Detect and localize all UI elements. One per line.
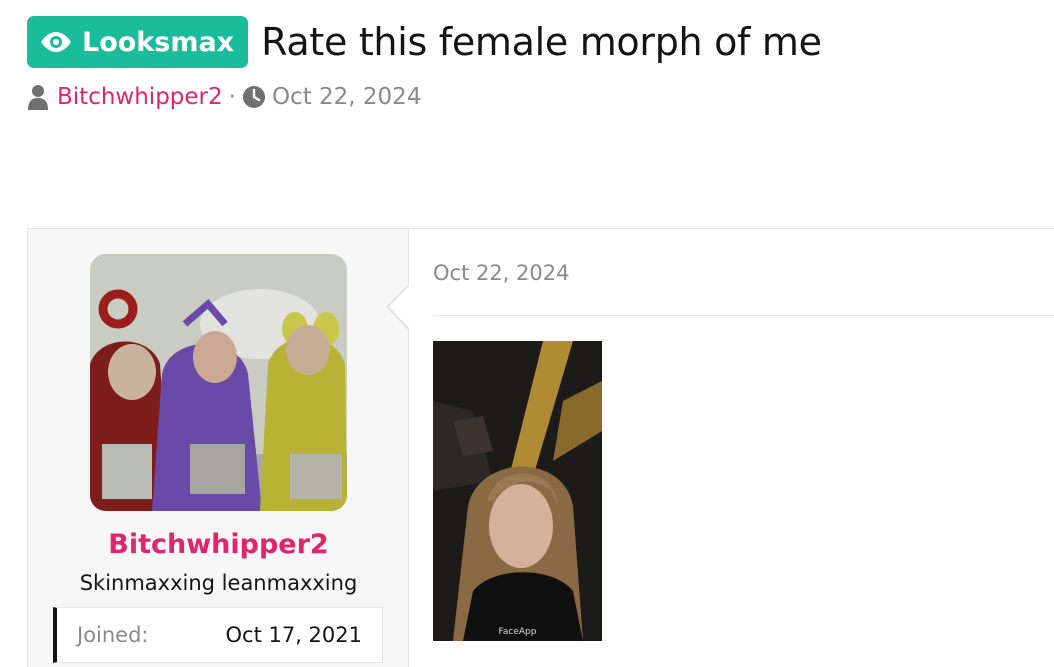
thread-date-link[interactable]: Oct 22, 2024 [272, 84, 422, 110]
user-title: Skinmaxxing leanmaxxing [79, 571, 358, 595]
post-username[interactable]: Bitchwhipper2 [28, 529, 409, 560]
image-watermark: FaceApp [498, 627, 537, 637]
message-arrow-inner [389, 285, 410, 329]
user-extras-joined: Joined: Oct 17, 2021 [53, 607, 383, 663]
post: Bitchwhipper2 Skinmaxxing leanmaxxing Jo… [27, 228, 1054, 667]
prefix-badge[interactable]: Looksmax [27, 16, 249, 68]
post-date-link[interactable]: Oct 22, 2024 [433, 261, 570, 285]
eye-icon [41, 32, 71, 52]
post-user-panel: Bitchwhipper2 Skinmaxxing leanmaxxing Jo… [28, 229, 409, 667]
attachment-image-art [433, 341, 602, 641]
thread-header: Looksmax Rate this female morph of me [27, 16, 822, 68]
thread-page: Looksmax Rate this female morph of me Bi… [0, 0, 1054, 667]
prefix-label: Looksmax [82, 26, 235, 58]
thread-author-link[interactable]: Bitchwhipper2 [57, 84, 223, 110]
post-attachment-image[interactable]: FaceApp [433, 341, 602, 641]
joined-value: Oct 17, 2021 [225, 623, 363, 647]
user-icon [28, 85, 48, 110]
clock-icon [242, 86, 265, 108]
avatar-image [90, 254, 347, 511]
joined-label: Joined: [77, 623, 149, 647]
thread-meta: Bitchwhipper2 · Oct 22, 2024 [27, 84, 421, 110]
thread-title: Rate this female morph of me [261, 20, 822, 64]
avatar[interactable] [90, 254, 347, 511]
post-divider [433, 315, 1054, 316]
post-content: Oct 22, 2024 FaceApp [409, 229, 1054, 667]
meta-separator: · [228, 84, 236, 110]
